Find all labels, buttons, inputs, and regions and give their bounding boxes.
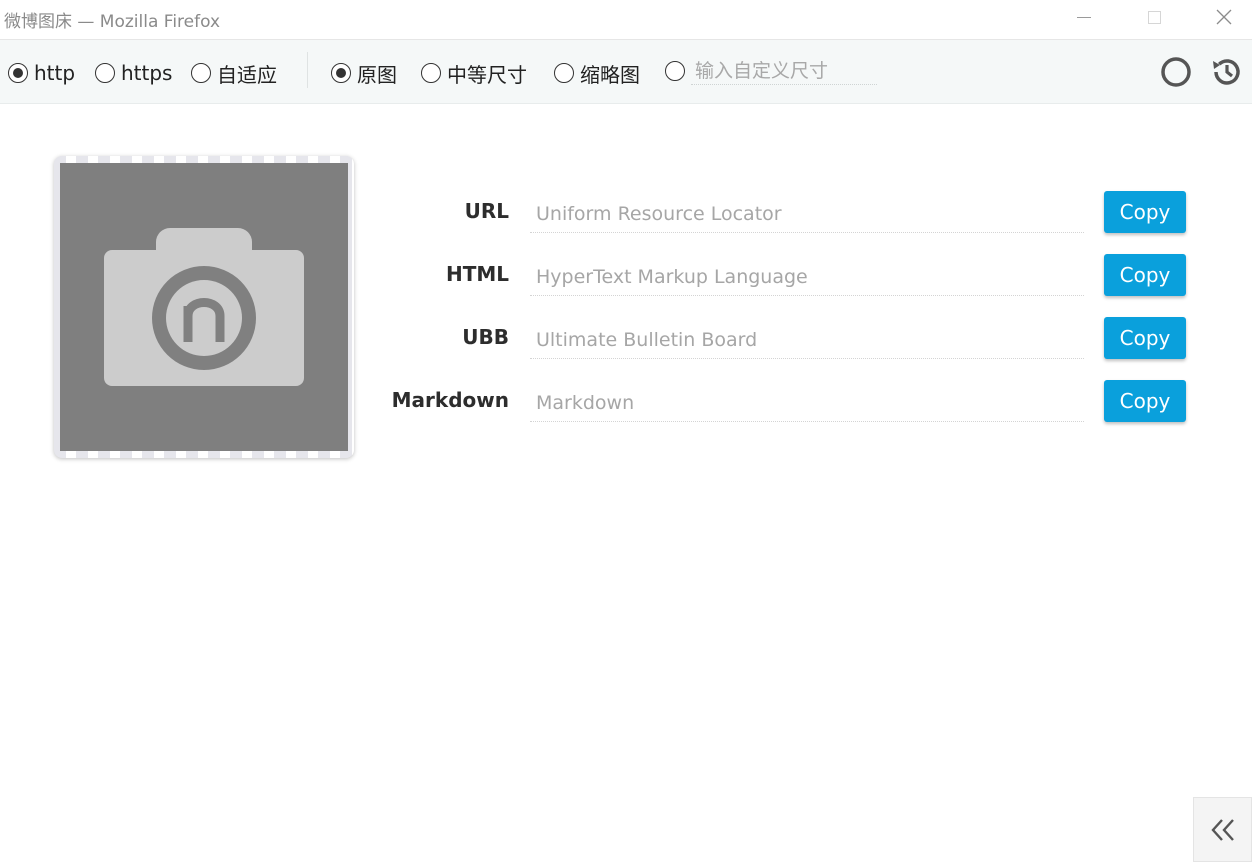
radio-label: 自适应: [217, 62, 277, 87]
toolbar-divider: [307, 52, 308, 88]
circle-button[interactable]: [1160, 56, 1192, 88]
minimize-icon: [1077, 16, 1091, 18]
minimize-button[interactable]: [1061, 0, 1107, 34]
link-row-html: HTML Copy: [380, 254, 1200, 302]
radio-http[interactable]: http: [8, 60, 75, 86]
image-preview[interactable]: [54, 156, 354, 458]
radio-https[interactable]: https: [95, 60, 172, 86]
url-field[interactable]: [530, 195, 1084, 233]
expand-sidebar-button[interactable]: [1193, 797, 1252, 862]
maximize-button[interactable]: [1131, 0, 1177, 34]
field-label: HTML: [445, 262, 509, 286]
window-titlebar: 微博图床 — Mozilla Firefox: [0, 0, 1252, 40]
copy-markdown-button[interactable]: Copy: [1104, 380, 1186, 422]
radio-adaptive[interactable]: 自适应: [191, 60, 277, 87]
radio-button[interactable]: [331, 63, 351, 83]
radio-custom-size[interactable]: [665, 57, 877, 85]
radio-label: http: [34, 61, 76, 85]
close-window-button[interactable]: [1201, 0, 1247, 34]
field-label: UBB: [462, 325, 509, 349]
history-icon: [1213, 59, 1240, 85]
radio-label: https: [121, 61, 173, 85]
copy-html-button[interactable]: Copy: [1104, 254, 1186, 296]
radio-button[interactable]: [191, 63, 211, 83]
link-row-markdown: Markdown Copy: [380, 380, 1200, 428]
radio-label: 原图: [357, 62, 397, 87]
maximize-icon: [1147, 10, 1161, 24]
link-row-ubb: UBB Copy: [380, 317, 1200, 365]
field-label: Markdown: [391, 388, 509, 412]
custom-size-input[interactable]: [691, 57, 877, 85]
camera-icon: [104, 228, 304, 386]
copy-ubb-button[interactable]: Copy: [1104, 317, 1186, 359]
preview-placeholder: [60, 163, 348, 451]
window-title: 微博图床 — Mozilla Firefox: [4, 12, 221, 32]
link-row-url: URL Copy: [380, 191, 1200, 239]
radio-label: 中等尺寸: [447, 62, 527, 87]
radio-medium-size[interactable]: 中等尺寸: [421, 60, 527, 87]
radio-button[interactable]: [554, 63, 574, 83]
copy-url-button[interactable]: Copy: [1104, 191, 1186, 233]
ubb-field[interactable]: [530, 321, 1084, 359]
radio-button[interactable]: [665, 61, 685, 81]
history-button[interactable]: [1211, 56, 1243, 88]
radio-original-size[interactable]: 原图: [331, 60, 397, 87]
circle-icon: [1161, 57, 1191, 87]
radio-button[interactable]: [421, 63, 441, 83]
markdown-field[interactable]: [530, 384, 1084, 422]
field-label: URL: [464, 199, 509, 223]
close-icon: [1216, 9, 1232, 25]
radio-button[interactable]: [8, 63, 28, 83]
radio-label: 缩略图: [580, 62, 640, 87]
html-field[interactable]: [530, 258, 1084, 296]
radio-button[interactable]: [95, 63, 115, 83]
radio-thumbnail[interactable]: 缩略图: [554, 60, 640, 87]
double-chevron-left-icon: [1210, 818, 1234, 841]
